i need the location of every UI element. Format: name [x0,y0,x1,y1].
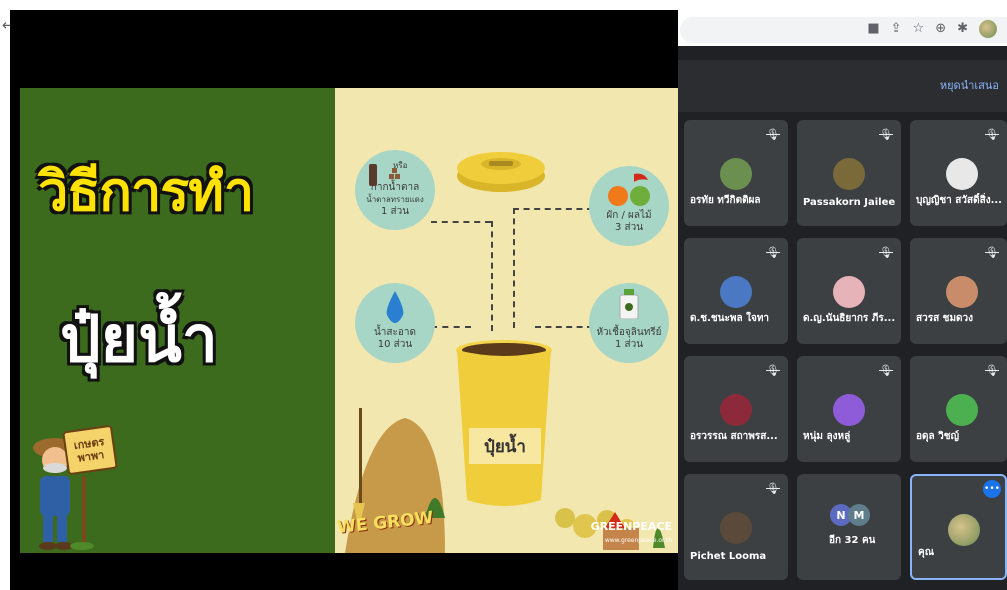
connector-line [431,221,491,223]
participant-name: Pichet Looma [690,551,767,562]
profile-avatar[interactable] [979,20,997,38]
bucket-label: ปุ๋ยน้ำ [469,428,541,464]
ingredient-starter: หัวเชื้อจุลินทรีย์ 1 ส่วน [589,283,669,363]
participant-tile[interactable]: 🎙 สวรส ชมดวง [910,238,1007,344]
participant-tile[interactable]: 🎙 อรทัย ทวีกิตติผล [684,120,788,226]
stop-presenting-button[interactable]: หยุดนำเสนอ [940,76,999,94]
participant-avatar [946,158,978,190]
participant-name: อดุล วิชญ์ [916,431,960,442]
sugar-or-label: หรือ [393,161,408,170]
connector-line [513,208,593,210]
starter-bottle-icon [619,289,639,319]
participant-avatar [720,158,752,190]
mic-muted-icon: 🎙 [985,246,999,259]
sugar-line3: 1 ส่วน [380,206,410,217]
mic-muted-icon: 🎙 [985,364,999,377]
participant-tile[interactable]: 🎙 อดุล วิชญ์ [910,356,1007,462]
participant-avatar [720,394,752,426]
more-options-button[interactable]: ••• [983,480,1001,498]
ingredient-sugar: หรือ กากน้ำตาล น้ำตาลทรายแดง 1 ส่วน [355,150,435,230]
participant-tile[interactable]: 🎙 Pichet Looma [684,474,788,580]
share-icon[interactable]: ⇪ [891,20,902,38]
participant-avatar [833,394,865,426]
participant-tile-self[interactable]: ••• คุณ [910,474,1007,580]
participant-name: ด.ช.ชนะพล ใจทา [690,313,770,324]
slide-title-panel: วิธีการทำ ปุ๋ยน้ำ เกษตร พาพา [20,88,335,553]
ingredient-water: น้ำสะอาด 10 ส่วน [355,283,435,363]
water-line2: 10 ส่วน [377,339,413,350]
toolbar-icons: ■ ⇪ ☆ ⊕ ✱ [867,20,997,38]
ingredient-vegetables: ผัก / ผลไม้ 3 ส่วน [589,166,669,246]
veg-line1: ผัก / ผลไม้ [606,210,652,221]
mic-muted-icon: 🎙 [879,128,893,141]
participant-tile[interactable]: 🎙 หนุ่ม ลุงหลู่ [797,356,901,462]
bucket-lid-illustration [457,152,545,192]
participant-avatar [833,158,865,190]
participant-tile[interactable]: 🎙 ด.ช.ชนะพล ใจทา [684,238,788,344]
mic-muted-icon: 🎙 [766,128,780,141]
mic-muted-icon: 🎙 [766,364,780,377]
extension-icon[interactable]: ⊕ [935,20,946,38]
starter-line2: 1 ส่วน [614,339,644,350]
water-drop-icon [386,291,404,323]
mic-muted-icon: 🎙 [879,246,893,259]
water-line1: น้ำสะอาด [373,327,417,338]
star-icon[interactable]: ☆ [913,20,925,38]
participant-avatar [720,512,752,544]
mic-muted-icon: 🎙 [985,128,999,141]
participant-name: บุญญิชา สวัสดิ์สิ่ง... [916,195,1002,206]
connector-line [431,326,471,328]
veg-line2: 3 ส่วน [614,222,644,233]
participant-name: หนุ่ม ลุงหลู่ [803,431,851,442]
others-badge-m: M [848,504,870,526]
screen: ← ■ ⇪ ☆ ⊕ ✱ วิธีการทำ ปุ๋ยน้ำ เกษตร พาพา… [0,0,1007,590]
mic-muted-icon: 🎙 [766,482,780,495]
presentation-slide: วิธีการทำ ปุ๋ยน้ำ เกษตร พาพา หรือ กากน้ำ… [20,88,678,553]
puzzle-icon[interactable]: ✱ [957,20,968,38]
greenpeace-url: www.greenpeace.or.th [604,537,672,544]
participant-avatar [946,276,978,308]
participant-name: ด.ญ.นันธิยากร ภีร... [803,313,896,324]
participant-tile[interactable]: 🎙 ด.ญ.นันธิยากร ภีร... [797,238,901,344]
greenpeace-logo: GREENPEACE [590,520,672,533]
self-name: คุณ [918,547,934,558]
participant-tile[interactable]: 🎙 อรวรรณ สถาพรส... [684,356,788,462]
participant-name: อรวรรณ สถาพรส... [690,431,778,442]
bucket-illustration [456,340,552,506]
slide-title-line2: ปุ๋ยน้ำ [60,303,218,377]
self-avatar [948,514,980,546]
connector-line [535,326,593,328]
participant-name: สวรส ชมดวง [916,313,974,324]
participant-avatar [946,394,978,426]
connector-line [513,208,515,328]
participant-avatar [833,276,865,308]
slide-title-line1: วิธีการทำ [38,160,254,223]
participant-tile-others[interactable]: N M อีก 32 คน [797,474,901,580]
participant-name: Passakorn Jailee [803,197,896,208]
sign-line2: พาพา [76,448,106,465]
connector-line [491,221,493,331]
bucket-label-text: ปุ๋ยน้ำ [484,436,526,457]
sugar-line2: น้ำตาลทรายแดง [366,195,424,204]
participant-tile[interactable]: 🎙 Passakorn Jailee [797,120,901,226]
slide-infographic: หรือ กากน้ำตาล น้ำตาลทรายแดง 1 ส่วน ผัก … [335,88,678,553]
participant-tile[interactable]: 🎙 บุญญิชา สวัสดิ์สิ่ง... [910,120,1007,226]
starter-line1: หัวเชื้อจุลินทรีย์ [596,327,662,338]
farmer-sign: เกษตร พาพา [62,424,118,476]
others-label: อีก 32 คน [829,535,876,546]
mic-muted-icon: 🎙 [766,246,780,259]
mic-muted-icon: 🎙 [879,364,893,377]
vegetables-icon [608,173,650,206]
participant-name: อรทัย ทวีกิตติผล [690,195,761,206]
participant-avatar [720,276,752,308]
camera-icon[interactable]: ■ [867,20,879,38]
